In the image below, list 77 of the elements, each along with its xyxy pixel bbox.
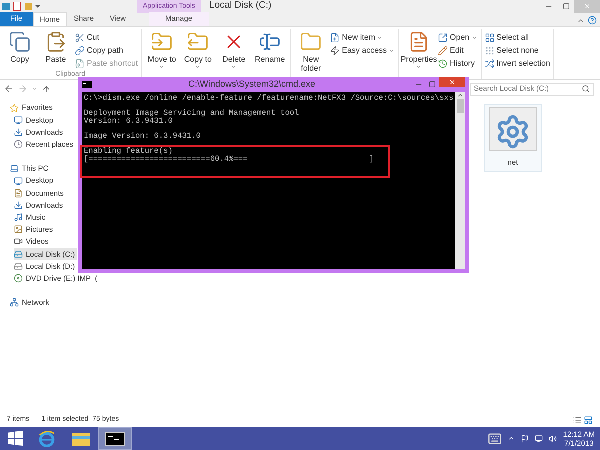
clock-icon: [14, 140, 23, 150]
shortcut-icon: [75, 58, 85, 68]
scrollbar[interactable]: [455, 92, 465, 269]
new-file-icon: [330, 32, 340, 42]
download-icon: [14, 200, 23, 210]
monitor-icon: [14, 116, 23, 125]
ribbon-button[interactable]: Edit: [438, 44, 478, 57]
grid-icon: [484, 32, 495, 42]
ribbon-button[interactable]: Invert selection: [484, 57, 550, 70]
ribbon-button[interactable]: Open: [438, 31, 478, 44]
monitor-icon: [14, 176, 23, 186]
network-icon: [10, 298, 19, 308]
folder-icon: [71, 430, 91, 446]
ribbon-button[interactable]: Rename: [253, 29, 288, 70]
tiles-view-icon[interactable]: [584, 416, 593, 425]
pencil-icon: [438, 46, 448, 56]
ribbon-button[interactable]: Select none: [484, 44, 550, 57]
shuffle-icon: [484, 58, 495, 68]
scrollbar-thumb[interactable]: [456, 99, 464, 113]
copy-icon: [9, 31, 31, 53]
volume-icon[interactable]: [549, 434, 558, 442]
keyboard-icon[interactable]: [488, 432, 502, 446]
document-icon: [14, 188, 23, 198]
disc-icon: [14, 274, 23, 284]
ribbon-button[interactable]: New item: [330, 31, 396, 44]
flag-icon[interactable]: [521, 434, 530, 442]
quick-access-icon: [2, 2, 42, 11]
details-view-icon[interactable]: [573, 416, 582, 425]
search-icon: [582, 85, 590, 93]
lightning-icon: [330, 46, 340, 56]
gear-icon: [495, 114, 531, 150]
clipboard-icon: [45, 31, 67, 53]
history-icon: [438, 58, 448, 68]
network-status-icon[interactable]: [535, 434, 544, 442]
dots-icon: [484, 46, 495, 56]
image-icon: [14, 225, 23, 234]
window-title: Local Disk (C:): [209, 0, 272, 14]
music-icon: [14, 213, 23, 222]
text-cursor-icon: [259, 31, 282, 53]
ribbon-button[interactable]: Easy access: [330, 44, 396, 57]
up-icon[interactable]: [42, 84, 51, 94]
ribbon-button[interactable]: New folder: [294, 29, 328, 73]
ribbon-button[interactable]: Delete: [217, 29, 252, 70]
link-icon: [75, 46, 85, 56]
back-icon[interactable]: [4, 84, 14, 94]
folder-arrow-icon: [151, 31, 174, 53]
drive-icon: [14, 250, 23, 259]
download-icon: [14, 128, 23, 137]
console-icon: [105, 432, 125, 446]
taskbar-button[interactable]: [98, 427, 132, 450]
computer-icon: [10, 164, 19, 174]
folder-icon: [300, 31, 322, 53]
browser-icon: [38, 430, 56, 448]
scroll-up-icon[interactable]: [456, 92, 464, 99]
ribbon-button[interactable]: Paste: [39, 29, 73, 70]
maximize-icon[interactable]: [563, 3, 570, 10]
ribbon-button[interactable]: Move to: [145, 29, 180, 70]
drive-icon: [14, 262, 23, 271]
video-icon: [14, 237, 23, 246]
scissors-icon: [75, 32, 85, 42]
ribbon-button[interactable]: History: [438, 57, 478, 70]
window-title: C:\Windows\System32\cmd.exe: [187, 78, 317, 91]
close-icon: [584, 3, 590, 10]
console-icon: [82, 81, 92, 88]
folder-arrow-icon: [187, 31, 210, 53]
ribbon-button[interactable]: Cut: [75, 31, 138, 44]
star-icon: [10, 104, 19, 113]
windows-logo-icon[interactable]: [8, 431, 22, 446]
maximize-icon[interactable]: [429, 81, 436, 88]
ribbon-button[interactable]: Select all: [484, 31, 550, 44]
help-icon[interactable]: [588, 16, 597, 25]
ribbon-button[interactable]: Copy: [3, 29, 37, 70]
ribbon-button[interactable]: Properties: [402, 29, 436, 70]
ribbon-button[interactable]: Copy path: [75, 44, 138, 57]
ribbon-button[interactable]: Copy to: [181, 29, 216, 70]
open-icon: [438, 32, 448, 42]
close-icon: [448, 78, 456, 86]
